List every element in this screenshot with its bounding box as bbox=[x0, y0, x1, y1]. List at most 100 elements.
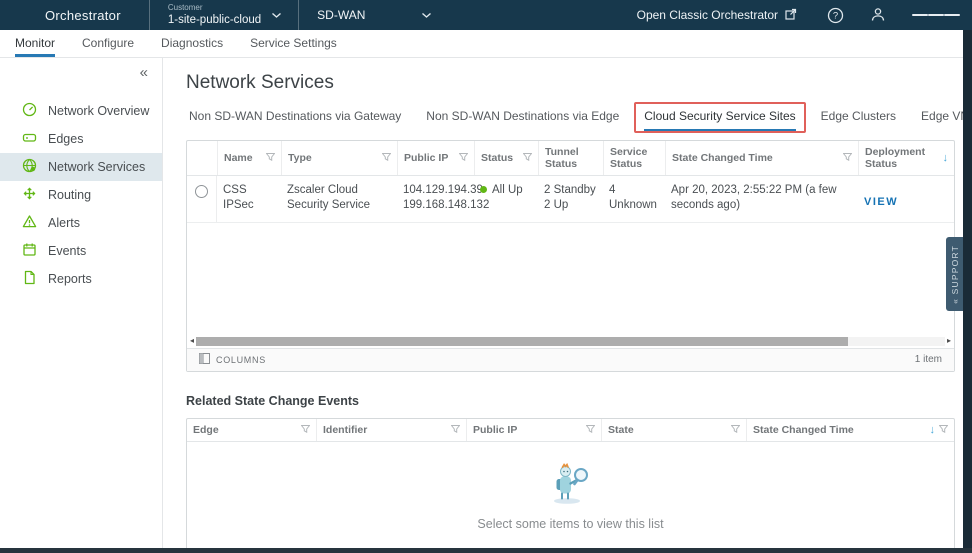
col-deployment-status[interactable]: Deployment Status ↓ bbox=[858, 141, 954, 175]
sidebar-item-label: Network Services bbox=[48, 160, 145, 174]
col-state-changed-time[interactable]: State Changed Time bbox=[665, 141, 858, 175]
col-state[interactable]: State bbox=[601, 419, 746, 441]
columns-icon bbox=[199, 353, 210, 366]
nav-tab-configure[interactable]: Configure bbox=[82, 30, 134, 57]
cell-service-status: 4 Unknown bbox=[603, 176, 665, 222]
sidebar-item-alerts[interactable]: Alerts bbox=[0, 209, 162, 237]
horizontal-scrollbar[interactable]: ◂ ▸ bbox=[187, 335, 954, 348]
filter-icon[interactable] bbox=[301, 424, 310, 436]
external-link-icon bbox=[785, 8, 797, 23]
sidebar: « Network Overview Edges Network Service… bbox=[0, 58, 163, 553]
item-count: 1 item bbox=[915, 354, 942, 365]
help-icon[interactable]: ? bbox=[827, 7, 844, 24]
col-state-changed-time[interactable]: State Changed Time ↓ bbox=[746, 419, 954, 441]
cell-deployment-status: VIEW bbox=[858, 176, 954, 222]
scrollbar-track[interactable] bbox=[196, 337, 945, 346]
chevron-down-icon[interactable] bbox=[421, 12, 432, 19]
sidebar-item-network-services[interactable]: Network Services bbox=[0, 153, 162, 181]
cell-name: CSS IPSec bbox=[217, 176, 281, 222]
tab-cloud-security-service-sites[interactable]: Cloud Security Service Sites bbox=[644, 109, 795, 132]
services-table-header: Name Type Public IP Status bbox=[187, 141, 954, 176]
sidebar-item-network-overview[interactable]: Network Overview bbox=[0, 97, 162, 125]
col-type[interactable]: Type bbox=[281, 141, 397, 175]
gauge-icon bbox=[22, 102, 37, 120]
customer-value: 1-site-public-cloud bbox=[168, 13, 261, 27]
col-public-ip[interactable]: Public IP bbox=[397, 141, 474, 175]
filter-icon[interactable] bbox=[459, 152, 468, 164]
customer-dropdown[interactable]: Customer 1-site-public-cloud bbox=[150, 1, 271, 29]
sidebar-item-reports[interactable]: Reports bbox=[0, 265, 162, 293]
cell-state-changed-time: Apr 20, 2023, 2:55:22 PM (a few seconds … bbox=[665, 176, 858, 222]
col-edge[interactable]: Edge bbox=[187, 419, 316, 441]
nav-tab-service-settings[interactable]: Service Settings bbox=[250, 30, 337, 57]
open-classic-label: Open Classic Orchestrator bbox=[637, 8, 778, 22]
sidebar-item-label: Network Overview bbox=[48, 104, 149, 118]
sidebar-item-label: Alerts bbox=[48, 216, 80, 230]
user-icon[interactable] bbox=[870, 7, 886, 23]
routing-icon bbox=[22, 186, 37, 204]
col-service-status[interactable]: Service Status bbox=[603, 141, 665, 175]
tab-nsd-via-gateway[interactable]: Non SD-WAN Destinations via Gateway bbox=[189, 109, 401, 132]
primary-nav: Monitor Configure Diagnostics Service Se… bbox=[0, 30, 972, 58]
menu-icon[interactable] bbox=[912, 11, 960, 19]
status-up-dot bbox=[480, 186, 487, 193]
columns-button[interactable]: COLUMNS bbox=[199, 353, 266, 366]
nav-tab-monitor[interactable]: Monitor bbox=[15, 30, 55, 57]
sidebar-item-edges[interactable]: Edges bbox=[0, 125, 162, 153]
edge-device-icon bbox=[22, 130, 37, 148]
col-identifier[interactable]: Identifier bbox=[316, 419, 466, 441]
view-link[interactable]: VIEW bbox=[864, 195, 898, 209]
window-right-edge bbox=[963, 30, 972, 553]
sidebar-item-routing[interactable]: Routing bbox=[0, 181, 162, 209]
filter-icon[interactable] bbox=[586, 424, 595, 436]
scroll-right-icon[interactable]: ▸ bbox=[947, 337, 951, 345]
tab-edge-clusters[interactable]: Edge Clusters bbox=[821, 109, 896, 132]
col-name[interactable]: Name bbox=[217, 141, 281, 175]
sort-descending-icon[interactable]: ↓ bbox=[943, 152, 949, 164]
customer-label: Customer bbox=[168, 3, 261, 13]
select-all-column bbox=[187, 141, 217, 175]
scrollbar-thumb[interactable] bbox=[196, 337, 848, 346]
table-row[interactable]: CSS IPSec Zscaler Cloud Security Service… bbox=[187, 176, 954, 223]
support-tab[interactable]: « SUPPORT bbox=[946, 237, 963, 311]
filter-icon[interactable] bbox=[451, 424, 460, 436]
cloud-security-services-table: Name Type Public IP Status bbox=[186, 140, 955, 372]
empty-state-illustration bbox=[547, 463, 595, 510]
nav-tab-diagnostics[interactable]: Diagnostics bbox=[161, 30, 223, 57]
row-select-cell bbox=[187, 176, 217, 222]
filter-icon[interactable] bbox=[523, 152, 532, 164]
services-table-footer: COLUMNS 1 item bbox=[187, 348, 954, 371]
col-status[interactable]: Status bbox=[474, 141, 538, 175]
sidebar-item-label: Reports bbox=[48, 272, 92, 286]
row-radio-button[interactable] bbox=[195, 185, 208, 198]
sidebar-item-events[interactable]: Events bbox=[0, 237, 162, 265]
scroll-left-icon[interactable]: ◂ bbox=[190, 337, 194, 345]
filter-icon[interactable] bbox=[939, 424, 948, 436]
events-empty-state: Select some items to view this list bbox=[187, 442, 954, 552]
filter-icon[interactable] bbox=[266, 152, 275, 164]
open-classic-orchestrator-link[interactable]: Open Classic Orchestrator bbox=[637, 8, 797, 23]
tab-nsd-via-edge[interactable]: Non SD-WAN Destinations via Edge bbox=[426, 109, 619, 132]
sort-descending-icon[interactable]: ↓ bbox=[930, 424, 936, 436]
cell-type: Zscaler Cloud Security Service bbox=[281, 176, 397, 222]
document-icon bbox=[22, 270, 37, 288]
filter-icon[interactable] bbox=[731, 424, 740, 436]
brand-title: Orchestrator bbox=[45, 8, 121, 23]
chevron-down-icon[interactable] bbox=[271, 12, 282, 19]
sidebar-item-label: Events bbox=[48, 244, 86, 258]
filter-icon[interactable] bbox=[382, 152, 391, 164]
product-dropdown[interactable]: SD-WAN bbox=[299, 8, 421, 22]
col-tunnel-status[interactable]: Tunnel Status bbox=[538, 141, 603, 175]
cell-tunnel-status: 2 Standby 2 Up bbox=[538, 176, 603, 222]
sidebar-item-label: Routing bbox=[48, 188, 91, 202]
globe-services-icon bbox=[22, 158, 37, 176]
app-window: Orchestrator Customer 1-site-public-clou… bbox=[0, 0, 972, 553]
sidebar-collapse-icon[interactable]: « bbox=[0, 64, 162, 81]
page-title: Network Services bbox=[186, 72, 972, 94]
col-public-ip[interactable]: Public IP bbox=[466, 419, 601, 441]
table-empty-space bbox=[187, 223, 954, 335]
top-header-bar: Orchestrator Customer 1-site-public-clou… bbox=[0, 0, 972, 30]
svg-text:?: ? bbox=[833, 10, 838, 21]
calendar-icon bbox=[22, 242, 37, 260]
filter-icon[interactable] bbox=[843, 152, 852, 164]
